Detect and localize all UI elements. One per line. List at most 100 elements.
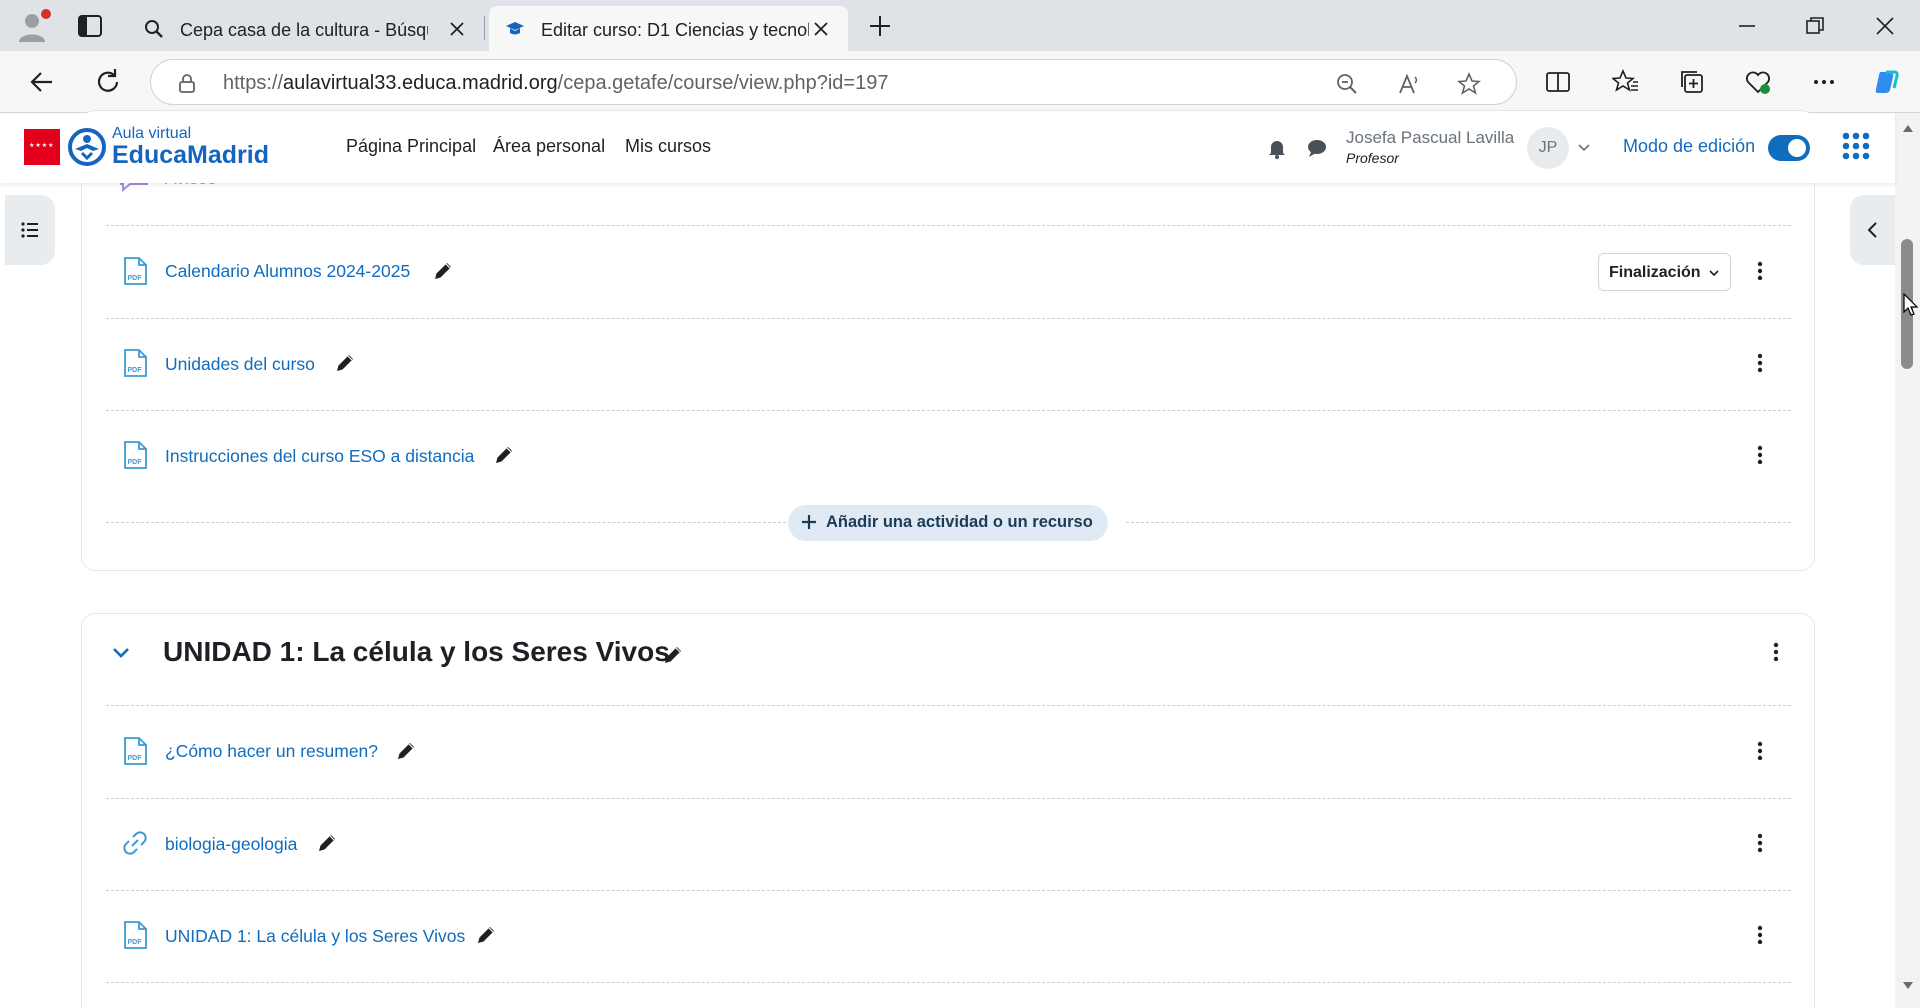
nav-my-courses[interactable]: Mis cursos bbox=[625, 136, 711, 157]
graduation-cap-icon bbox=[506, 22, 524, 35]
edit-mode-toggle[interactable] bbox=[1768, 135, 1810, 161]
pdf-file-icon: PDF bbox=[124, 257, 147, 285]
tab-search[interactable]: Cepa casa de la cultura - Búsqueda bbox=[128, 6, 484, 51]
chevron-down-icon bbox=[1709, 270, 1719, 277]
toggle-knob bbox=[1788, 139, 1806, 157]
flag-stars: ★★★★ bbox=[29, 143, 55, 149]
profile-icon[interactable] bbox=[16, 8, 52, 44]
activity-divider bbox=[1126, 522, 1791, 523]
activity-divider bbox=[106, 522, 786, 523]
kebab-menu-icon[interactable] bbox=[1750, 259, 1770, 283]
activity-divider bbox=[106, 705, 1791, 706]
read-aloud-icon[interactable] bbox=[1397, 72, 1421, 96]
url-path: /cepa.getafe/course/view.php?id=197 bbox=[557, 72, 889, 94]
svg-text:PDF: PDF bbox=[128, 755, 143, 762]
page-scrollbar[interactable] bbox=[1895, 113, 1920, 1008]
refresh-icon[interactable] bbox=[92, 66, 124, 98]
chevron-left-icon bbox=[1867, 222, 1877, 238]
browser-essentials-icon[interactable] bbox=[1744, 68, 1772, 96]
url-host: aulavirtual33.educa.madrid.org bbox=[283, 72, 558, 94]
split-screen-icon[interactable] bbox=[1544, 68, 1572, 96]
svg-text:PDF: PDF bbox=[128, 459, 143, 466]
kebab-menu-icon[interactable] bbox=[1750, 443, 1770, 467]
restore-icon[interactable] bbox=[1801, 12, 1829, 40]
edit-mode-label: Modo de edición bbox=[1623, 136, 1756, 156]
edit-pencil-icon[interactable] bbox=[334, 352, 356, 374]
scroll-up-icon[interactable] bbox=[1902, 123, 1914, 133]
tab-course-edit[interactable]: Editar curso: D1 Ciencias y tecnología bbox=[489, 6, 848, 51]
messages-icon[interactable] bbox=[1306, 137, 1328, 159]
educamadrid-logo-icon[interactable] bbox=[67, 127, 107, 167]
more-options-icon[interactable] bbox=[1810, 68, 1838, 96]
pdf-file-icon: PDF bbox=[124, 441, 147, 469]
link-icon bbox=[123, 831, 147, 855]
address-bar[interactable]: https://aulavirtual33.educa.madrid.org/c… bbox=[150, 59, 1517, 105]
favorite-star-icon[interactable] bbox=[1457, 72, 1481, 96]
close-window-icon[interactable] bbox=[1871, 12, 1899, 40]
browser-toolbar: https://aulavirtual33.educa.madrid.org/c… bbox=[0, 51, 1920, 113]
list-icon bbox=[21, 222, 38, 238]
kebab-menu-icon[interactable] bbox=[1750, 923, 1770, 947]
section-title[interactable]: UNIDAD 1: La célula y los Seres Vivos bbox=[163, 636, 670, 668]
tab-title: Cepa casa de la cultura - Búsqueda bbox=[180, 20, 428, 40]
url-text[interactable]: https://aulavirtual33.educa.madrid.org/c… bbox=[223, 72, 888, 95]
kebab-menu-icon[interactable] bbox=[1750, 739, 1770, 763]
nav-home[interactable]: Página Principal bbox=[346, 136, 476, 157]
pdf-file-icon: PDF bbox=[124, 737, 147, 765]
completion-dropdown[interactable]: Finalización bbox=[1598, 253, 1731, 291]
activity-divider bbox=[106, 982, 1791, 983]
svg-text:PDF: PDF bbox=[128, 367, 143, 374]
block-drawer-toggle[interactable] bbox=[1850, 195, 1895, 265]
user-name[interactable]: Josefa Pascual Lavilla bbox=[1346, 128, 1514, 148]
activity-divider bbox=[106, 890, 1791, 891]
completion-label: Finalización bbox=[1609, 264, 1701, 281]
section-kebab-menu-icon[interactable] bbox=[1766, 640, 1786, 664]
edit-pencil-icon[interactable] bbox=[662, 644, 684, 666]
kebab-menu-icon[interactable] bbox=[1750, 351, 1770, 375]
activity-link[interactable]: Instrucciones del curso ESO a distancia bbox=[165, 446, 474, 467]
madrid-flag-logo[interactable]: ★★★★ bbox=[24, 129, 60, 165]
activity-divider bbox=[106, 410, 1791, 411]
plus-icon bbox=[802, 515, 816, 529]
apps-grid-icon[interactable] bbox=[1840, 130, 1872, 162]
logo-title[interactable]: EducaMadrid bbox=[112, 141, 269, 170]
minimize-icon[interactable] bbox=[1733, 12, 1761, 40]
user-role: Profesor bbox=[1346, 150, 1399, 166]
kebab-menu-icon[interactable] bbox=[1750, 831, 1770, 855]
activity-divider bbox=[106, 318, 1791, 319]
bell-icon[interactable] bbox=[1266, 137, 1288, 159]
url-scheme: https:// bbox=[223, 72, 284, 94]
mouse-cursor-icon bbox=[1903, 293, 1919, 316]
tab-actions-icon[interactable] bbox=[76, 12, 104, 40]
close-icon[interactable] bbox=[448, 20, 466, 38]
activity-link[interactable]: Calendario Alumnos 2024-2025 bbox=[165, 261, 410, 282]
collapse-chevron-icon[interactable] bbox=[108, 640, 134, 666]
edit-pencil-icon[interactable] bbox=[432, 260, 454, 282]
scroll-down-icon[interactable] bbox=[1902, 981, 1914, 991]
tab-title: Editar curso: D1 Ciencias y tecnología bbox=[541, 20, 809, 40]
back-icon[interactable] bbox=[26, 66, 58, 98]
edit-pencil-icon[interactable] bbox=[475, 924, 497, 946]
nav-dashboard[interactable]: Área personal bbox=[493, 136, 605, 157]
activity-link[interactable]: biologia-geologia bbox=[165, 834, 297, 855]
copilot-icon[interactable] bbox=[1872, 68, 1900, 96]
section-card-unit-1 bbox=[81, 613, 1815, 1008]
activity-link[interactable]: Unidades del curso bbox=[165, 354, 315, 375]
chevron-down-icon[interactable] bbox=[1576, 139, 1592, 155]
avatar[interactable]: JP bbox=[1527, 127, 1569, 169]
new-tab-icon[interactable] bbox=[866, 12, 894, 40]
tab-separator bbox=[484, 16, 485, 40]
edit-pencil-icon[interactable] bbox=[493, 444, 515, 466]
collections-icon[interactable] bbox=[1678, 68, 1706, 96]
course-index-toggle[interactable] bbox=[5, 195, 55, 265]
svg-text:PDF: PDF bbox=[128, 275, 143, 282]
edit-pencil-icon[interactable] bbox=[316, 832, 338, 854]
edit-pencil-icon[interactable] bbox=[395, 740, 417, 762]
activity-link[interactable]: ¿Cómo hacer un resumen? bbox=[165, 741, 378, 762]
close-icon[interactable] bbox=[812, 20, 830, 38]
activity-link[interactable]: UNIDAD 1: La célula y los Seres Vivos bbox=[165, 926, 465, 947]
add-activity-button[interactable]: Añadir una actividad o un recurso bbox=[788, 505, 1108, 541]
lock-icon[interactable] bbox=[177, 73, 197, 93]
zoom-icon[interactable] bbox=[1335, 72, 1359, 96]
favorites-icon[interactable] bbox=[1612, 68, 1640, 96]
